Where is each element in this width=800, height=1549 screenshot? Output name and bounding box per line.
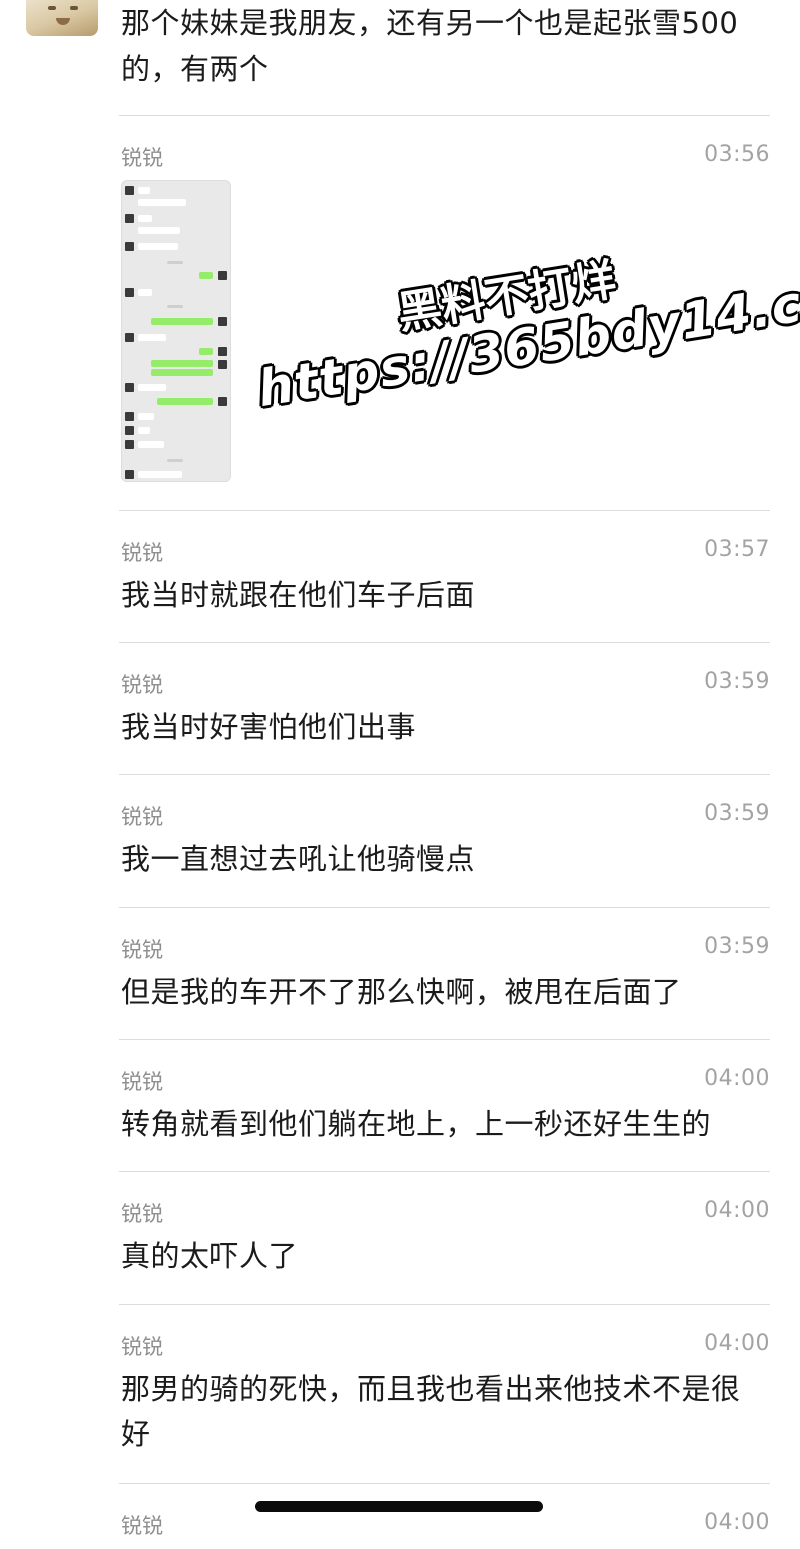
message-time: 03:57 (704, 537, 770, 562)
message-text: 真的太吓人了 (121, 1239, 299, 1273)
thumb-bubble (138, 413, 154, 420)
thumb-bubble (138, 187, 150, 194)
thumb-bubble (151, 369, 213, 376)
message-text: 转角就看到他们躺在地上，上一秒还好生生的 (121, 1107, 712, 1141)
thumb-bubble (151, 318, 213, 325)
message-text: 那男的骑的死快，而且我也看出来他技术不是很好 (121, 1372, 741, 1451)
message-text: 那个妹妹是我朋友，还有另一个也是起张雪500的，有两个 (121, 6, 739, 86)
avatar-eye (48, 6, 56, 10)
thumb-bubble (138, 384, 166, 391)
thumb-avatar (125, 470, 134, 479)
thumb-bubble (138, 243, 178, 250)
message-time: 03:59 (704, 669, 770, 694)
thumb-avatar (125, 333, 134, 342)
thumb-timestamp (167, 459, 183, 462)
avatar-eye (70, 6, 78, 10)
message-time: 04:00 (704, 1331, 770, 1356)
sender-name: 锐锐 (121, 805, 163, 829)
thumb-bubble (138, 215, 152, 222)
message-item[interactable]: 锐锐 04:00 那男的骑的死快，而且我也看出来他技术不是很好 (119, 1304, 770, 1484)
thumb-avatar (125, 242, 134, 251)
thumb-avatar (218, 271, 227, 280)
thumb-avatar (218, 347, 227, 356)
thumb-timestamp (167, 261, 183, 264)
message-time: 04:00 (704, 1066, 770, 1091)
thumb-avatar (218, 397, 227, 406)
thumb-bubble (199, 272, 213, 279)
thumb-avatar (125, 214, 134, 223)
thumb-avatar (125, 426, 134, 435)
thumb-bubble (151, 360, 213, 367)
message-item[interactable]: 锐锐 04:00 (119, 1483, 770, 1549)
message-item[interactable]: 锐锐 03:59 我当时好害怕他们出事 (119, 642, 770, 775)
sender-name: 锐锐 (121, 1070, 163, 1094)
thumb-bubble (138, 334, 166, 341)
message-time: 04:00 (704, 1198, 770, 1223)
sender-name: 锐锐 (121, 1514, 163, 1538)
message-time: 03:59 (704, 934, 770, 959)
message-item[interactable]: 锐锐 03:57 我当时就跟在他们车子后面 (119, 510, 770, 643)
thumb-bubble (138, 199, 186, 206)
message-item[interactable]: 锐锐 03:59 但是我的车开不了那么快啊，被甩在后面了 (119, 907, 770, 1040)
message-item[interactable]: 锐锐 04:00 真的太吓人了 (119, 1171, 770, 1305)
sender-name: 锐锐 (121, 541, 163, 565)
thumb-avatar (218, 317, 227, 326)
thumb-avatar (125, 186, 134, 195)
message-item[interactable]: 锐锐 03:56 (119, 115, 770, 511)
avatar[interactable] (26, 0, 98, 36)
thumb-avatar (125, 412, 134, 421)
sender-name: 锐锐 (121, 1202, 163, 1226)
message-text: 我当时好害怕他们出事 (121, 710, 417, 744)
thumb-timestamp (167, 305, 183, 308)
thumb-avatar (218, 360, 227, 369)
thumb-avatar (125, 383, 134, 392)
thumb-bubble (138, 227, 180, 234)
sender-name: 锐锐 (121, 673, 163, 697)
message-text: 我当时就跟在他们车子后面 (121, 578, 476, 612)
message-text: 但是我的车开不了那么快啊，被甩在后面了 (121, 975, 682, 1009)
sender-name: 锐锐 (121, 146, 163, 170)
message-time: 04:00 (704, 1510, 770, 1535)
chat-history: 那个妹妹是我朋友，还有另一个也是起张雪500的，有两个 锐锐 03:56 锐锐 … (0, 0, 800, 1548)
thumb-bubble (138, 289, 152, 296)
sender-name: 锐锐 (121, 938, 163, 962)
thumb-bubble (157, 398, 213, 405)
avatar-mouth (56, 18, 70, 25)
home-indicator[interactable] (255, 1501, 543, 1512)
thumb-bubble (138, 427, 150, 434)
message-item[interactable]: 锐锐 03:59 我一直想过去吼让他骑慢点 (119, 774, 770, 908)
thumb-bubble (138, 471, 182, 478)
message-item[interactable]: 锐锐 04:00 转角就看到他们躺在地上，上一秒还好生生的 (119, 1039, 770, 1172)
thumb-bubble (199, 348, 213, 355)
image-thumbnail[interactable] (121, 180, 231, 482)
message-text: 我一直想过去吼让他骑慢点 (121, 842, 476, 876)
thumb-avatar (125, 440, 134, 449)
message-time: 03:56 (704, 142, 770, 167)
message-time: 03:59 (704, 801, 770, 826)
thumb-avatar (125, 288, 134, 297)
sender-name: 锐锐 (121, 1335, 163, 1359)
thumb-bubble (138, 441, 164, 448)
